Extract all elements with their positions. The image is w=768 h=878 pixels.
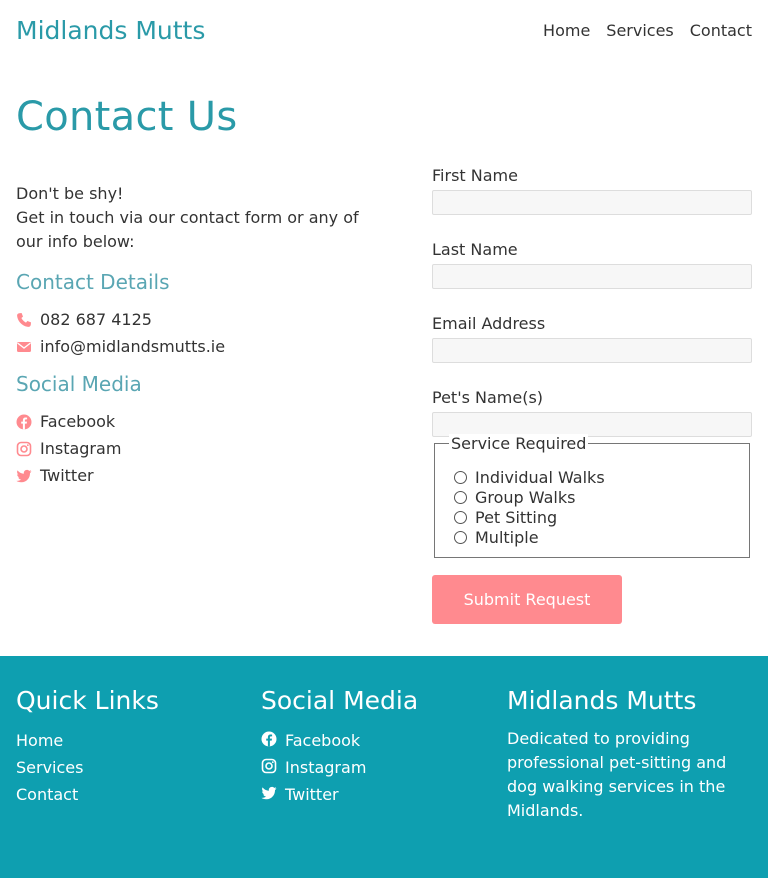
footer-social-twitter[interactable]: Twitter — [261, 781, 418, 808]
footer-quick-links: Quick Links Home Services Contact — [16, 686, 159, 808]
facebook-icon — [261, 731, 277, 751]
footer-link-home[interactable]: Home — [16, 727, 159, 754]
service-option-label: Multiple — [475, 528, 539, 547]
social-instagram[interactable]: Instagram — [16, 439, 121, 458]
radio-button[interactable] — [454, 491, 467, 504]
phone-icon — [16, 312, 32, 328]
twitter-icon — [261, 785, 277, 805]
service-option-label: Pet Sitting — [475, 508, 558, 527]
intro-text: Don't be shy! Get in touch via our conta… — [16, 182, 376, 254]
footer-quick-links-heading: Quick Links — [16, 686, 159, 715]
footer-social-facebook-label: Facebook — [285, 731, 361, 750]
footer-social-heading: Social Media — [261, 686, 419, 715]
email-label: Email Address — [432, 314, 546, 333]
service-option-multiple[interactable]: Multiple — [454, 528, 539, 547]
footer-social-facebook[interactable]: Facebook — [261, 727, 418, 754]
social-facebook[interactable]: Facebook — [16, 412, 115, 431]
intro-line-2: Get in touch via our contact form or any… — [16, 208, 359, 251]
footer-social-instagram[interactable]: Instagram — [261, 754, 418, 781]
service-option-label: Individual Walks — [475, 468, 605, 487]
facebook-icon — [16, 414, 32, 430]
radio-button[interactable] — [454, 511, 467, 524]
social-instagram-label: Instagram — [40, 439, 122, 458]
submit-request-button[interactable]: Submit Request — [432, 575, 622, 624]
social-twitter[interactable]: Twitter — [16, 466, 94, 485]
service-option-individual-walks[interactable]: Individual Walks — [454, 468, 605, 487]
nav-home[interactable]: Home — [543, 21, 590, 40]
nav-contact[interactable]: Contact — [690, 21, 752, 40]
contact-form: First Name Last Name Email Address Pet's… — [432, 166, 752, 462]
radio-button[interactable] — [454, 531, 467, 544]
email-row[interactable]: info@midlandsmutts.ie — [16, 337, 225, 356]
nav-services[interactable]: Services — [606, 21, 673, 40]
phone-row[interactable]: 082 687 4125 — [16, 310, 152, 329]
site-footer: Quick Links Home Services Contact Social… — [0, 656, 768, 878]
email-field[interactable] — [432, 338, 752, 363]
service-required-fieldset: Service Required Individual Walks Group … — [434, 434, 750, 558]
last-name-field[interactable] — [432, 264, 752, 289]
last-name-label: Last Name — [432, 240, 518, 259]
main-nav: Home Services Contact — [543, 21, 752, 40]
radio-button[interactable] — [454, 471, 467, 484]
service-option-group-walks[interactable]: Group Walks — [454, 488, 575, 507]
social-facebook-label: Facebook — [40, 412, 116, 431]
phone-number: 082 687 4125 — [40, 310, 152, 329]
footer-social-instagram-label: Instagram — [285, 758, 367, 777]
envelope-icon — [16, 339, 32, 355]
social-twitter-label: Twitter — [40, 466, 94, 485]
instagram-icon — [261, 758, 277, 778]
contact-details-heading: Contact Details — [16, 270, 170, 294]
service-option-label: Group Walks — [475, 488, 576, 507]
service-option-pet-sitting[interactable]: Pet Sitting — [454, 508, 557, 527]
social-media-heading: Social Media — [16, 372, 142, 396]
instagram-icon — [16, 441, 32, 457]
pet-name-label: Pet's Name(s) — [432, 388, 544, 407]
intro-line-1: Don't be shy! — [16, 184, 124, 203]
twitter-icon — [16, 468, 32, 484]
email-address: info@midlandsmutts.ie — [40, 337, 226, 356]
first-name-field[interactable] — [432, 190, 752, 215]
footer-about-text: Dedicated to providing professional pet-… — [507, 729, 727, 820]
brand-logo-text[interactable]: Midlands Mutts — [16, 16, 205, 45]
page-title: Contact Us — [16, 94, 238, 140]
footer-about-heading: Midlands Mutts — [507, 686, 697, 715]
footer-link-contact[interactable]: Contact — [16, 781, 159, 808]
footer-about: Midlands Mutts Dedicated to providing pr… — [507, 686, 747, 823]
service-required-legend: Service Required — [449, 434, 589, 453]
footer-link-services[interactable]: Services — [16, 754, 159, 781]
footer-social-media: Social Media Facebook Instagram Twitter — [261, 686, 418, 808]
footer-social-twitter-label: Twitter — [285, 785, 339, 804]
first-name-label: First Name — [432, 166, 518, 185]
